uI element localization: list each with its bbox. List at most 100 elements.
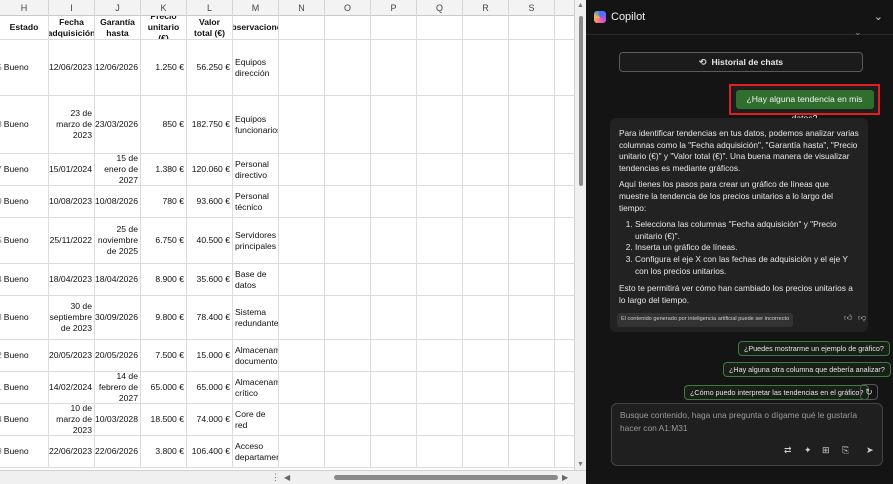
col-header-p[interactable]: P bbox=[371, 0, 417, 16]
prompt-input[interactable]: Busque contenido, haga una pregunta o dí… bbox=[611, 403, 883, 466]
cell-valor[interactable]: 15.000 € bbox=[187, 340, 233, 371]
cell-precio[interactable]: 6.750 € bbox=[141, 218, 187, 263]
empty-cell[interactable] bbox=[371, 340, 417, 371]
empty-cell[interactable] bbox=[371, 40, 417, 95]
col-header-k[interactable]: K bbox=[141, 0, 187, 16]
cell-valor[interactable]: 35.600 € bbox=[187, 264, 233, 295]
header-estado[interactable]: Estado bbox=[0, 16, 49, 39]
cell-garantia[interactable]: 15 de enero de 2027 bbox=[95, 154, 141, 185]
cell-valor[interactable]: 56.250 € bbox=[187, 40, 233, 95]
cell-estado[interactable]: 2Bueno bbox=[0, 340, 49, 371]
col-header-s[interactable]: S bbox=[509, 0, 555, 16]
cell-obs[interactable]: Sistema redundante bbox=[233, 296, 279, 339]
empty-cell[interactable] bbox=[325, 436, 371, 467]
header-precio[interactable]: Precio unitario (€) bbox=[141, 16, 187, 39]
col-header-j[interactable]: J bbox=[95, 0, 141, 16]
thumbs-down-icon[interactable]: 👎︎ bbox=[858, 312, 866, 324]
cell-precio[interactable]: 9.800 € bbox=[141, 296, 187, 339]
cell-fecha[interactable]: 18/04/2023 bbox=[49, 264, 95, 295]
vertical-scrollbar[interactable]: ▲ ▼ bbox=[574, 0, 586, 470]
empty-cell[interactable] bbox=[509, 372, 555, 403]
cell-fecha[interactable]: 30 de septiembre de 2023 bbox=[49, 296, 95, 339]
empty-cell[interactable] bbox=[325, 372, 371, 403]
cell-estado[interactable]: 4Bueno bbox=[0, 404, 49, 435]
empty-cell[interactable] bbox=[417, 186, 463, 217]
cell-precio[interactable]: 1.380 € bbox=[141, 154, 187, 185]
cell-estado[interactable]: 5Bueno bbox=[0, 218, 49, 263]
cell-garantia[interactable]: 22/06/2026 bbox=[95, 436, 141, 467]
sparkle-icon[interactable]: ✦ bbox=[804, 445, 812, 456]
cell-estado[interactable]: 8Bueno bbox=[0, 436, 49, 467]
cell-valor[interactable]: 65.000 € bbox=[187, 372, 233, 403]
cell-garantia[interactable]: 14 de febrero de 2027 bbox=[95, 372, 141, 403]
cell-garantia[interactable]: 20/05/2026 bbox=[95, 340, 141, 371]
empty-cell[interactable] bbox=[279, 16, 325, 39]
col-header-o[interactable]: O bbox=[325, 0, 371, 16]
horizontal-scroll-thumb[interactable] bbox=[334, 475, 558, 480]
empty-cell[interactable] bbox=[509, 340, 555, 371]
send-icon[interactable]: ➤ bbox=[866, 445, 874, 456]
empty-cell[interactable] bbox=[417, 436, 463, 467]
cell-garantia[interactable]: 25 de noviembre de 2025 bbox=[95, 218, 141, 263]
empty-cell[interactable] bbox=[279, 340, 325, 371]
empty-cell[interactable] bbox=[463, 218, 509, 263]
col-header-n[interactable]: N bbox=[279, 0, 325, 16]
suggestion-chip[interactable]: ¿Puedes mostrarme un ejemplo de gráfico? bbox=[738, 341, 890, 356]
empty-cell[interactable] bbox=[417, 296, 463, 339]
empty-cell[interactable] bbox=[463, 436, 509, 467]
empty-cell[interactable] bbox=[417, 264, 463, 295]
refresh-suggestions-icon[interactable]: ↻ bbox=[860, 384, 878, 400]
empty-cell[interactable] bbox=[463, 186, 509, 217]
empty-cell[interactable] bbox=[279, 154, 325, 185]
cell-obs[interactable]: Equipos dirección bbox=[233, 40, 279, 95]
header-garantia[interactable]: Garantía hasta bbox=[95, 16, 141, 39]
cell-fecha[interactable]: 23 de marzo de 2023 bbox=[49, 96, 95, 153]
empty-cell[interactable] bbox=[279, 40, 325, 95]
empty-cell[interactable] bbox=[417, 16, 463, 39]
empty-cell[interactable] bbox=[371, 264, 417, 295]
grid-icon[interactable]: ⊞ bbox=[822, 445, 830, 456]
empty-cell[interactable] bbox=[325, 16, 371, 39]
cell-valor[interactable]: 120.060 € bbox=[187, 154, 233, 185]
empty-cell[interactable] bbox=[279, 372, 325, 403]
empty-cell[interactable] bbox=[371, 372, 417, 403]
cell-fecha[interactable]: 14/02/2024 bbox=[49, 372, 95, 403]
cell-valor[interactable]: 93.600 € bbox=[187, 186, 233, 217]
cell-fecha[interactable]: 25/11/2022 bbox=[49, 218, 95, 263]
empty-cell[interactable] bbox=[325, 96, 371, 153]
cell-fecha[interactable]: 10/08/2023 bbox=[49, 186, 95, 217]
cell-garantia[interactable]: 18/04/2026 bbox=[95, 264, 141, 295]
cell-valor[interactable]: 78.400 € bbox=[187, 296, 233, 339]
empty-cell[interactable] bbox=[417, 96, 463, 153]
scroll-left-arrow-icon[interactable]: ◀ bbox=[284, 473, 290, 482]
empty-cell[interactable] bbox=[325, 218, 371, 263]
cell-precio[interactable]: 7.500 € bbox=[141, 340, 187, 371]
vertical-scroll-thumb[interactable] bbox=[579, 16, 583, 186]
empty-cell[interactable] bbox=[325, 40, 371, 95]
empty-cell[interactable] bbox=[509, 436, 555, 467]
cell-garantia[interactable]: 23/03/2026 bbox=[95, 96, 141, 153]
cell-obs[interactable]: Personal directivo bbox=[233, 154, 279, 185]
cell-valor[interactable]: 182.750 € bbox=[187, 96, 233, 153]
cell-fecha[interactable]: 10 de marzo de 2023 bbox=[49, 404, 95, 435]
empty-cell[interactable] bbox=[417, 40, 463, 95]
cell-valor[interactable]: 74.000 € bbox=[187, 404, 233, 435]
empty-cell[interactable] bbox=[371, 186, 417, 217]
cell-estado[interactable]: 9Bueno bbox=[0, 186, 49, 217]
cell-precio[interactable]: 3.800 € bbox=[141, 436, 187, 467]
empty-cell[interactable] bbox=[279, 436, 325, 467]
cell-precio[interactable]: 850 € bbox=[141, 96, 187, 153]
empty-cell[interactable] bbox=[463, 372, 509, 403]
empty-cell[interactable] bbox=[463, 16, 509, 39]
cell-estado[interactable]: 4Bueno bbox=[0, 264, 49, 295]
thumbs-up-icon[interactable]: 👍︎ bbox=[844, 312, 852, 324]
empty-cell[interactable] bbox=[325, 154, 371, 185]
empty-cell[interactable] bbox=[325, 296, 371, 339]
cell-precio[interactable]: 1.250 € bbox=[141, 40, 187, 95]
empty-cell[interactable] bbox=[279, 264, 325, 295]
empty-cell[interactable] bbox=[279, 404, 325, 435]
empty-cell[interactable] bbox=[509, 16, 555, 39]
translate-icon[interactable]: ⇄ bbox=[784, 445, 792, 456]
chat-history-button[interactable]: ⟲ Historial de chats bbox=[619, 52, 863, 72]
cell-fecha[interactable]: 12/06/2023 bbox=[49, 40, 95, 95]
